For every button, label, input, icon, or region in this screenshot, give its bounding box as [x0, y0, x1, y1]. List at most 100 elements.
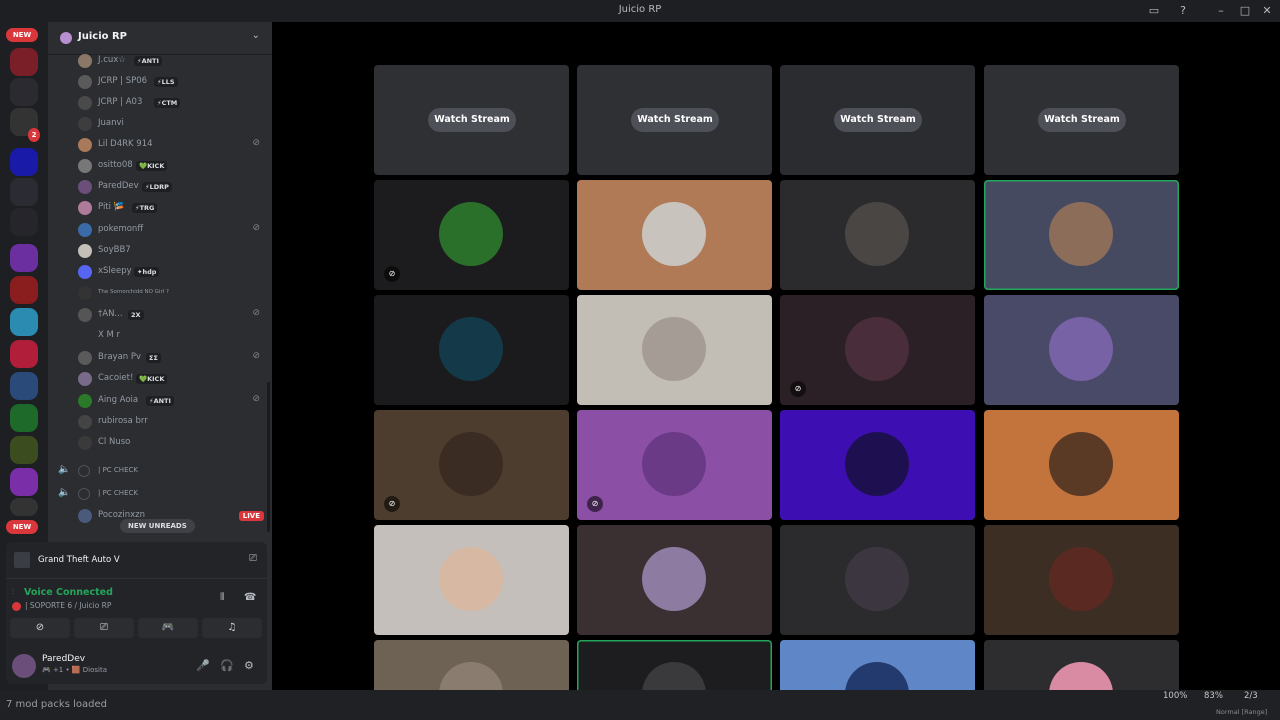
participant-tile[interactable]: [577, 640, 772, 690]
server-icon[interactable]: [10, 148, 38, 176]
voice-member[interactable]: Lil D4RK 914 ⊘: [76, 136, 262, 154]
participant-tile[interactable]: ⊘: [577, 410, 772, 520]
noise-suppression-icon[interactable]: ⦀: [220, 592, 224, 603]
scrollbar[interactable]: [267, 382, 270, 532]
participant-tile[interactable]: [374, 295, 569, 405]
voice-member[interactable]: Piti 🎏 ⚡TRG: [76, 199, 262, 217]
maximize-icon[interactable]: □: [1238, 4, 1252, 18]
participant-tile[interactable]: [984, 295, 1179, 405]
guild-header[interactable]: Juicio RP ⌄: [48, 22, 272, 55]
voice-member[interactable]: JCRP | SP06 ⚡LLS: [76, 73, 262, 91]
server-icon[interactable]: [10, 178, 38, 206]
voice-member[interactable]: pokemonff ⊘: [76, 221, 262, 239]
voice-member[interactable]: J.cux☆ ⚡ANTI: [76, 52, 262, 70]
new-pill-bottom[interactable]: NEW: [6, 520, 38, 534]
avatar: [642, 547, 706, 611]
member-tag: ✦hdp: [134, 267, 160, 277]
server-icon[interactable]: [10, 48, 38, 76]
participant-tile[interactable]: [577, 180, 772, 290]
stream-tile[interactable]: Watch Stream: [984, 65, 1179, 175]
voice-status[interactable]: Voice Connected: [24, 587, 113, 598]
participant-tile[interactable]: [577, 295, 772, 405]
avatar[interactable]: [12, 654, 36, 678]
server-icon[interactable]: [10, 468, 38, 496]
voice-member[interactable]: Aing Aoia ⚡ANTI ⊘: [76, 392, 262, 410]
voice-member[interactable]: ositto08 💚KICK: [76, 157, 262, 175]
voice-member[interactable]: Brayan Pv ΣΣ ⊘: [76, 349, 262, 367]
soundboard-button[interactable]: ♫: [202, 618, 262, 638]
participant-tile[interactable]: [984, 640, 1179, 690]
avatar: [78, 286, 92, 300]
member-tag: ⚡TRG: [132, 203, 158, 213]
voice-member[interactable]: JCRP | A03 ⚡CTM: [76, 94, 262, 112]
stream-screen-icon[interactable]: ⎚: [249, 553, 257, 564]
stream-tile[interactable]: Watch Stream: [374, 65, 569, 175]
voice-channel[interactable]: 🔈 | PC CHECK: [58, 485, 262, 503]
server-icon[interactable]: [10, 372, 38, 400]
voice-member[interactable]: The Somorchidd NO Girl ?: [76, 284, 262, 302]
microphone-icon[interactable]: 🎤: [196, 659, 210, 672]
participant-tile[interactable]: ⊘: [780, 295, 975, 405]
participant-tile[interactable]: [780, 410, 975, 520]
voice-member[interactable]: xSleepy ✦hdp: [76, 263, 262, 281]
participant-tile[interactable]: [374, 525, 569, 635]
voice-member[interactable]: Cl Nuso: [76, 434, 262, 452]
participant-tile[interactable]: [984, 525, 1179, 635]
username: ParedDev: [42, 654, 86, 664]
voice-member[interactable]: X M r: [76, 327, 262, 345]
server-icon[interactable]: [10, 208, 38, 236]
participant-tile[interactable]: [780, 525, 975, 635]
avatar: [78, 372, 92, 386]
close-icon[interactable]: ✕: [1260, 4, 1274, 18]
muted-icon: ⊘: [252, 138, 260, 148]
watch-stream-button[interactable]: Watch Stream: [834, 108, 922, 132]
voice-member[interactable]: Cacoiet! 💚KICK: [76, 370, 262, 388]
minimize-icon[interactable]: –: [1214, 4, 1228, 18]
watch-stream-button[interactable]: Watch Stream: [428, 108, 516, 132]
inbox-icon[interactable]: ▭: [1147, 4, 1161, 18]
server-icon[interactable]: [10, 340, 38, 368]
activity-row[interactable]: Grand Theft Auto V ⎚: [6, 542, 267, 579]
participant-tile[interactable]: [780, 640, 975, 690]
zoom-indicator: 100%: [1163, 691, 1188, 701]
watch-stream-button[interactable]: Watch Stream: [1038, 108, 1126, 132]
watch-stream-button[interactable]: Watch Stream: [631, 108, 719, 132]
server-icon[interactable]: [10, 308, 38, 336]
screen-share-button[interactable]: ⎚: [74, 618, 134, 638]
new-unreads-button[interactable]: NEW UNREADS: [120, 519, 195, 533]
voice-member[interactable]: rubirosa brr: [76, 413, 262, 431]
server-icon[interactable]: [10, 498, 38, 516]
headphones-icon[interactable]: 🎧: [220, 659, 234, 672]
participant-tile[interactable]: [984, 410, 1179, 520]
chevron-down-icon[interactable]: ⌄: [252, 30, 260, 41]
member-tag: ⚡ANTI: [146, 396, 174, 406]
stream-tile[interactable]: Watch Stream: [577, 65, 772, 175]
game-icon: [14, 552, 30, 568]
voice-member[interactable]: Juanvi: [76, 115, 262, 133]
member-tag: ⚡ANTI: [134, 56, 162, 66]
disconnect-icon[interactable]: ☎: [244, 592, 256, 603]
help-icon[interactable]: ?: [1176, 4, 1190, 18]
server-icon[interactable]: [10, 276, 38, 304]
avatar: [78, 265, 92, 279]
new-pill-top[interactable]: NEW: [6, 28, 38, 42]
voice-member[interactable]: ParedDev ⚡LDRP: [76, 178, 262, 196]
participant-tile[interactable]: [577, 525, 772, 635]
voice-member[interactable]: †AN... 2X ⊘: [76, 306, 262, 324]
stream-tile[interactable]: Watch Stream: [780, 65, 975, 175]
voice-channel[interactable]: 🔈 | PC CHECK: [58, 462, 262, 480]
participant-tile[interactable]: ⊘: [374, 180, 569, 290]
activity-button[interactable]: 🎮: [138, 618, 198, 638]
server-icon[interactable]: [10, 404, 38, 432]
server-icon[interactable]: [10, 244, 38, 272]
participant-tile[interactable]: [780, 180, 975, 290]
settings-gear-icon[interactable]: ⚙: [244, 659, 254, 672]
participant-tile[interactable]: ⊘: [374, 410, 569, 520]
guild-icon: [60, 32, 72, 44]
voice-member[interactable]: SoyBB7: [76, 242, 262, 260]
participant-tile[interactable]: [374, 640, 569, 690]
participant-tile[interactable]: [984, 180, 1179, 290]
camera-button[interactable]: ⊘: [10, 618, 70, 638]
server-icon[interactable]: [10, 436, 38, 464]
server-icon[interactable]: [10, 78, 38, 106]
